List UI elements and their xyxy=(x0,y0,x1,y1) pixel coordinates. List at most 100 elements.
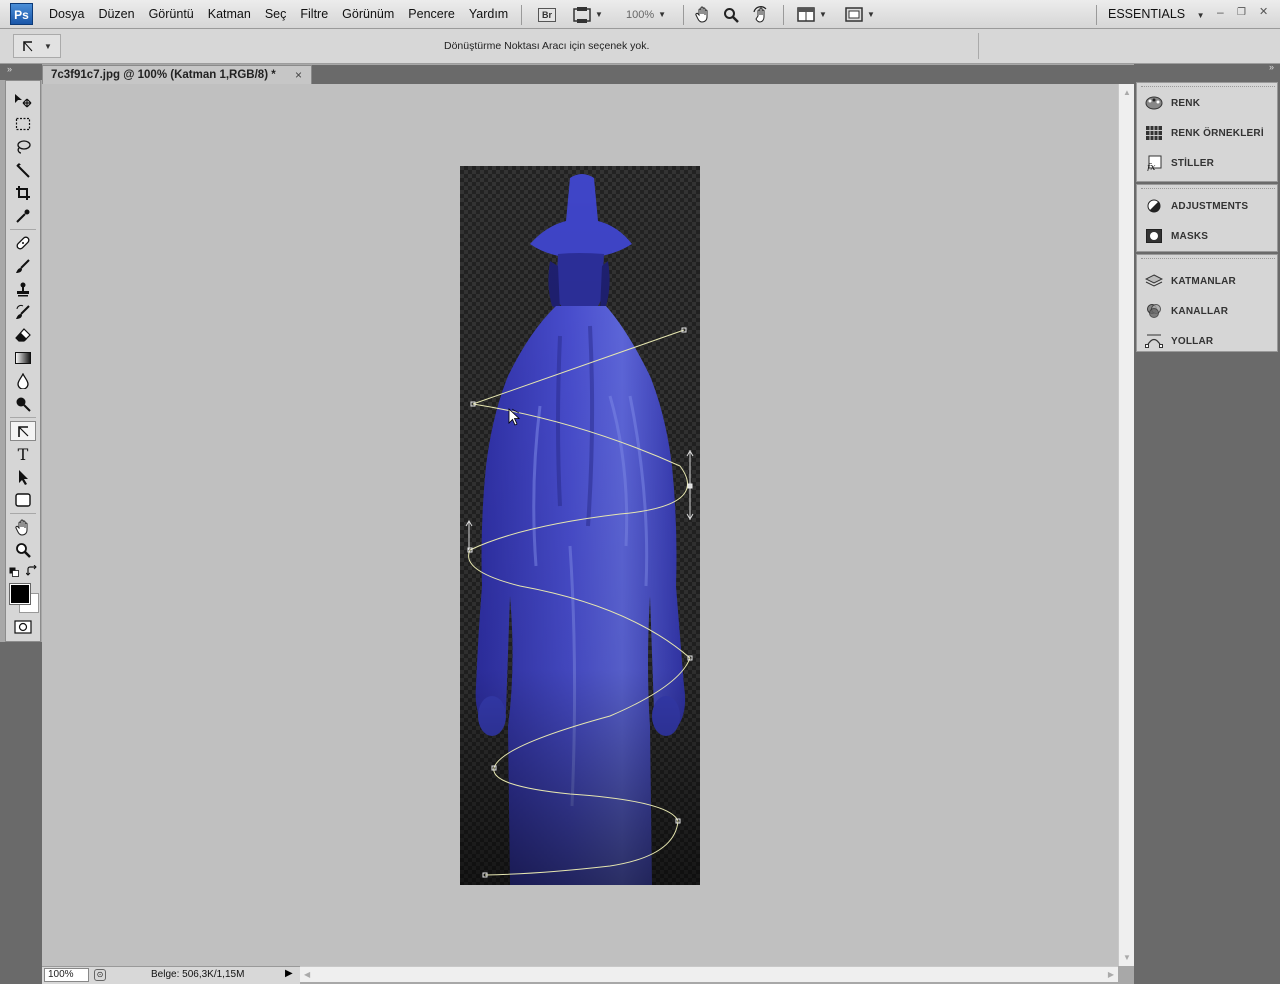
bridge-button[interactable]: Br xyxy=(536,5,558,24)
panel-label: MASKS xyxy=(1171,230,1209,242)
panel-item-adjustments[interactable]: ADJUSTMENTS xyxy=(1137,191,1279,221)
panel-item-renk-ornekleri[interactable]: RENK ÖRNEKLERİ xyxy=(1137,118,1279,148)
brush-tool[interactable] xyxy=(10,256,36,276)
menu-sec[interactable]: Seç xyxy=(258,0,294,29)
document-image[interactable] xyxy=(460,166,700,885)
menu-dosya[interactable]: Dosya xyxy=(42,0,91,29)
collapse-toolbar-icon: » xyxy=(7,64,13,74)
vertical-scrollbar[interactable]: ▲ ▼ xyxy=(1118,84,1134,966)
menu-yardim[interactable]: Yardım xyxy=(462,0,515,29)
zoom-button[interactable] xyxy=(720,5,742,24)
collapse-panels-icon: » xyxy=(1268,62,1274,72)
dodge-tool[interactable] xyxy=(10,394,36,414)
arrange-documents-button[interactable]: ▼ xyxy=(794,5,830,24)
toolbar-separator xyxy=(10,513,36,514)
scroll-left-icon[interactable]: ◀ xyxy=(304,970,310,979)
quick-mask-button[interactable] xyxy=(10,617,36,637)
zoom-level-dropdown[interactable]: 100% ▼ xyxy=(618,5,674,24)
menu-separator xyxy=(783,5,784,25)
close-document-icon[interactable]: × xyxy=(295,68,302,82)
history-brush-tool[interactable] xyxy=(10,302,36,322)
blur-tool[interactable] xyxy=(10,371,36,391)
shape-tool-icon xyxy=(15,493,31,507)
scroll-down-icon[interactable]: ▼ xyxy=(1123,953,1131,962)
canvas-area[interactable] xyxy=(42,84,1118,966)
zoom-level-value: 100% xyxy=(625,8,655,21)
menu-filtre[interactable]: Filtre xyxy=(293,0,335,29)
foreground-color-swatch[interactable] xyxy=(9,583,31,605)
eraser-tool-icon xyxy=(15,328,31,342)
status-info-icon[interactable]: ⊙ xyxy=(94,969,106,981)
clone-stamp-tool[interactable] xyxy=(10,279,36,299)
shape-tool[interactable] xyxy=(10,490,36,510)
scroll-up-icon[interactable]: ▲ xyxy=(1123,88,1131,97)
photoshop-logo-icon[interactable]: Ps xyxy=(10,3,33,25)
document-tab[interactable]: 7c3f91c7.jpg @ 100% (Katman 1,RGB/8) * × xyxy=(42,65,312,84)
panel-label: STİLLER xyxy=(1171,157,1215,169)
hand-tool[interactable] xyxy=(10,517,36,537)
panel-group-color: RENK RENK ÖRNEKLERİ fx STİLLER xyxy=(1136,82,1278,182)
eraser-tool[interactable] xyxy=(10,325,36,345)
swatches-grid-icon xyxy=(1145,125,1163,141)
default-colors-button[interactable] xyxy=(9,566,19,577)
panel-group-adjustments: ADJUSTMENTS MASKS xyxy=(1136,184,1278,252)
lasso-tool[interactable] xyxy=(10,137,36,157)
image-canvas[interactable] xyxy=(460,166,700,885)
panel-label: YOLLAR xyxy=(1171,335,1214,347)
panel-item-stiller[interactable]: fx STİLLER xyxy=(1137,148,1279,178)
horizontal-scrollbar[interactable]: ◀ ▶ xyxy=(300,966,1118,982)
menu-separator xyxy=(683,5,684,25)
arrange-documents-icon xyxy=(797,7,815,22)
healing-brush-tool-icon xyxy=(16,236,30,250)
convert-point-tool[interactable] xyxy=(10,421,36,441)
status-menu-icon[interactable]: ▶ xyxy=(285,968,293,979)
type-tool[interactable]: T xyxy=(10,444,36,464)
menu-separator xyxy=(521,5,522,25)
crop-tool-icon xyxy=(16,186,30,200)
scroll-right-icon[interactable]: ▶ xyxy=(1108,970,1114,979)
toolbar-header[interactable]: » xyxy=(0,64,42,80)
crop-tool[interactable] xyxy=(10,183,36,203)
panel-dock-header[interactable]: » xyxy=(1134,62,1280,76)
options-divider xyxy=(978,33,979,59)
tool-preset-picker[interactable]: ▼ xyxy=(13,34,61,58)
panel-label: RENK xyxy=(1171,97,1201,109)
status-bar: 100% ⊙ Belge: 506,3K/1,15M ▶ xyxy=(42,966,300,984)
rotate-view-button[interactable] xyxy=(750,5,772,24)
healing-brush-tool[interactable] xyxy=(10,233,36,253)
zoom-tool-icon xyxy=(16,543,31,558)
menu-duzen[interactable]: Düzen xyxy=(91,0,141,29)
menu-pencere[interactable]: Pencere xyxy=(401,0,462,29)
panel-label: KATMANLAR xyxy=(1171,275,1236,287)
path-selection-tool[interactable] xyxy=(10,467,36,487)
panel-item-masks[interactable]: MASKS xyxy=(1137,221,1279,251)
close-button[interactable]: ✕ xyxy=(1259,5,1268,18)
magic-wand-tool[interactable] xyxy=(10,160,36,180)
marquee-tool-icon xyxy=(15,117,31,131)
mini-bridge-button[interactable]: ▼ xyxy=(570,5,606,24)
zoom-field[interactable]: 100% xyxy=(44,968,89,982)
restore-button[interactable]: ❐ xyxy=(1237,7,1246,18)
menu-katman[interactable]: Katman xyxy=(201,0,258,29)
eyedropper-tool[interactable] xyxy=(10,206,36,226)
chevron-down-icon: ▼ xyxy=(658,10,667,19)
hand-button[interactable] xyxy=(692,5,714,24)
dodge-tool-icon xyxy=(16,397,31,412)
mini-bridge-icon xyxy=(573,6,591,23)
menu-gorunum[interactable]: Görünüm xyxy=(335,0,401,29)
panel-item-katmanlar[interactable]: KATMANLAR xyxy=(1137,266,1279,296)
workspace-switcher[interactable]: ESSENTIALS ▼ xyxy=(1108,0,1205,30)
move-tool[interactable] xyxy=(10,91,36,111)
menu-goruntu[interactable]: Görüntü xyxy=(142,0,201,29)
panel-item-renk[interactable]: RENK xyxy=(1137,88,1279,118)
chevron-down-icon: ▼ xyxy=(1196,11,1205,20)
minimize-button[interactable]: – xyxy=(1217,5,1224,19)
marquee-tool[interactable] xyxy=(10,114,36,134)
screen-mode-button[interactable]: ▼ xyxy=(842,5,878,24)
panel-item-kanallar[interactable]: KANALLAR xyxy=(1137,296,1279,326)
zoom-tool[interactable] xyxy=(10,540,36,560)
swap-colors-button[interactable] xyxy=(25,564,38,577)
panel-item-yollar[interactable]: YOLLAR xyxy=(1137,326,1279,356)
panel-grip[interactable] xyxy=(1141,258,1275,261)
gradient-tool[interactable] xyxy=(10,348,36,368)
